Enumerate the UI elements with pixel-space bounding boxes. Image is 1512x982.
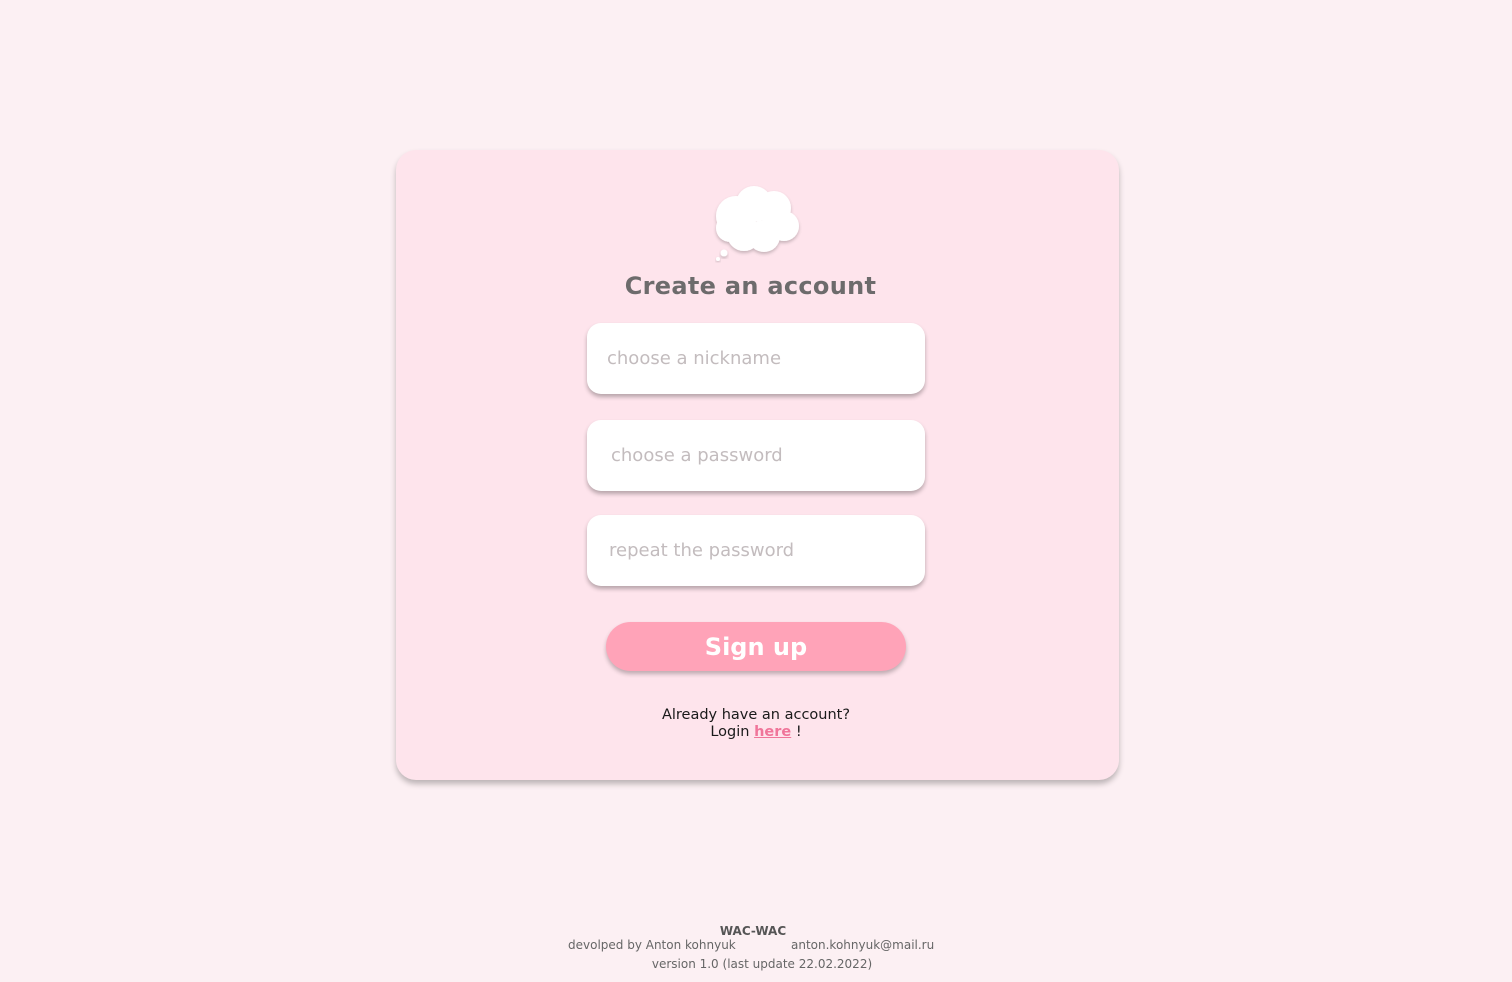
password-input[interactable] bbox=[587, 420, 925, 491]
nickname-input[interactable] bbox=[587, 323, 925, 394]
footer-version: version 1.0 (last update 22.02.2022) bbox=[651, 957, 873, 971]
repeat-password-input[interactable] bbox=[587, 515, 925, 586]
footer-developer: devolped by Anton kohnyuk bbox=[568, 938, 736, 952]
login-line: Login here ! bbox=[396, 724, 1116, 741]
login-prefix: Login bbox=[710, 724, 750, 740]
footer-email: anton.kohnyuk@mail.ru bbox=[791, 938, 935, 952]
thought-cloud-icon bbox=[716, 186, 799, 261]
login-here-link[interactable]: here bbox=[754, 724, 791, 740]
login-question: Already have an account? bbox=[661, 707, 851, 723]
sign-up-button[interactable]: Sign up bbox=[606, 622, 906, 671]
login-prompt: Already have an account? Login here ! bbox=[396, 707, 1116, 741]
signup-card: Create an account Sign up Already have a… bbox=[396, 150, 1119, 780]
login-suffix: ! bbox=[795, 724, 802, 740]
footer-app-name: WAC-WAC bbox=[719, 924, 787, 938]
page: Create an account Sign up Already have a… bbox=[0, 0, 1512, 982]
page-title: Create an account bbox=[624, 272, 877, 300]
